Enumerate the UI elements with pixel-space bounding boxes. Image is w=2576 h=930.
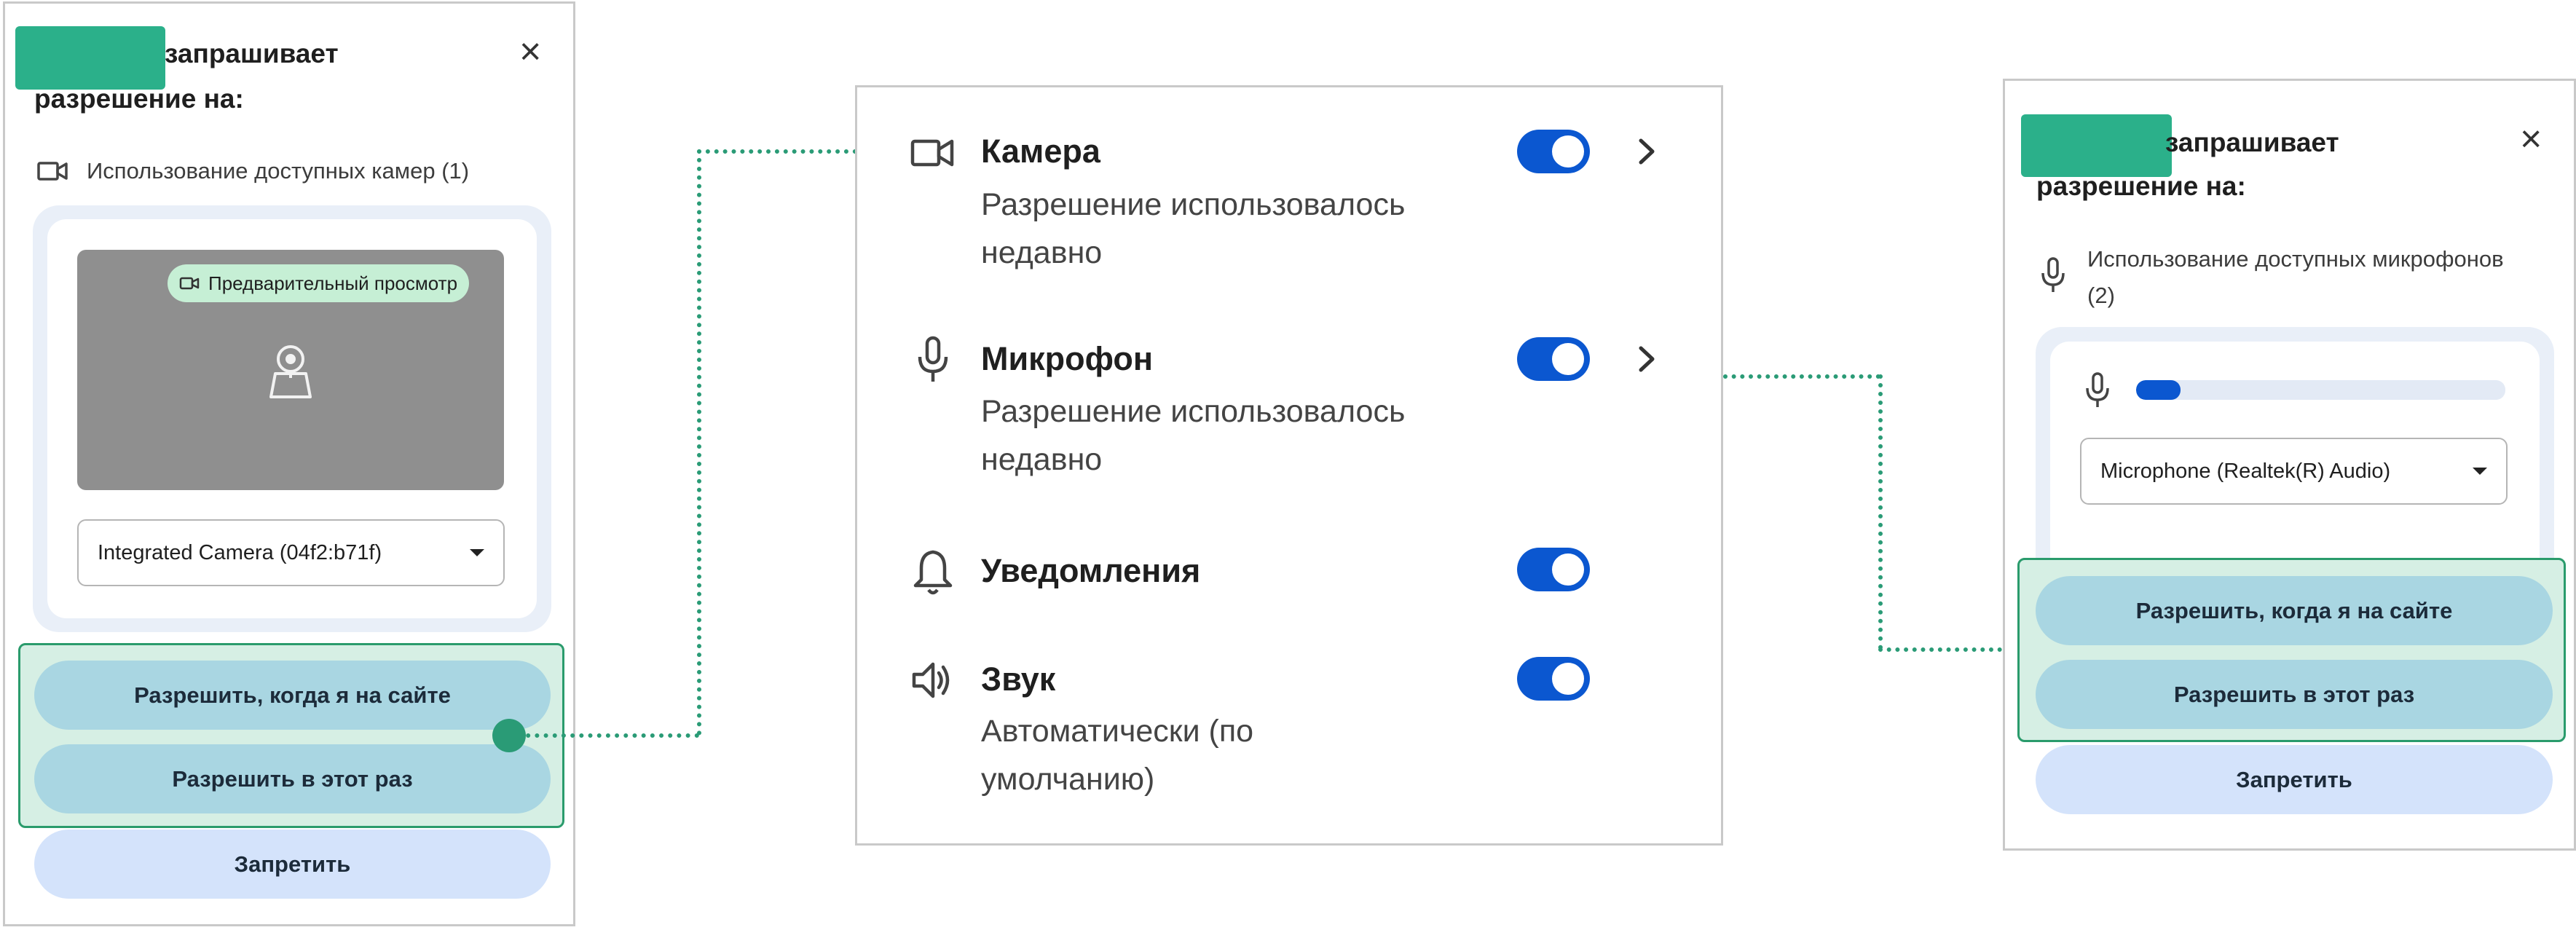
dropdown-caret-icon xyxy=(2473,468,2487,475)
dropdown-caret-icon xyxy=(470,549,484,556)
microphone-level-fill xyxy=(2136,380,2181,400)
microphone-toggle[interactable] xyxy=(1517,337,1590,381)
allow-this-time-button[interactable]: Разрешить в этот раз xyxy=(34,744,551,813)
setting-subtitle-sound-line2: умолчанию) xyxy=(981,762,1155,797)
callout-line xyxy=(1878,374,1883,650)
right-permission-dialog: запрашивает разрешение на: × Использован… xyxy=(2003,79,2576,851)
setting-title-sound: Звук xyxy=(981,661,1056,698)
setting-title-notifications: Уведомления xyxy=(981,552,1201,589)
permission-label-line2: (2) xyxy=(2087,283,2115,308)
dialog-title: запрашивает xyxy=(2165,127,2339,157)
preview-badge: Предварительный просмотр xyxy=(168,264,470,302)
camera-select-value: Integrated Camera (04f2:b71f) xyxy=(98,540,382,564)
microphone-icon xyxy=(918,336,948,382)
setting-subtitle-camera: Разрешение использовалось xyxy=(981,187,1406,222)
toggle-knob xyxy=(1552,553,1584,586)
setting-title-microphone: Микрофон xyxy=(981,340,1154,377)
chevron-right-icon[interactable] xyxy=(1632,341,1661,377)
close-button[interactable]: × xyxy=(519,33,541,71)
camera-icon xyxy=(910,139,954,167)
toggle-knob xyxy=(1552,135,1584,168)
left-permission-dialog: запрашивает разрешение на: × Использован… xyxy=(3,1,575,926)
close-button[interactable]: × xyxy=(2520,120,2542,158)
camera-toggle[interactable] xyxy=(1517,130,1590,173)
permission-label: Использование доступных камер (1) xyxy=(87,158,470,184)
microphone-level-icon xyxy=(2086,372,2109,407)
camera-preview: Предварительный просмотр xyxy=(77,250,504,490)
notifications-toggle[interactable] xyxy=(1517,548,1590,591)
microphone-select-value: Microphone (Realtek(R) Audio) xyxy=(2100,459,2391,483)
callout-line xyxy=(517,733,699,738)
bell-icon xyxy=(913,550,953,595)
chevron-right-icon[interactable] xyxy=(1632,133,1661,170)
dialog-title: запрашивает xyxy=(165,39,339,68)
callout-line xyxy=(697,149,701,736)
toggle-knob xyxy=(1552,663,1584,695)
camera-icon xyxy=(37,162,68,181)
setting-title-camera: Камера xyxy=(981,133,1100,170)
sound-toggle[interactable] xyxy=(1517,657,1590,701)
setting-subtitle-camera-line2: недавно xyxy=(981,235,1103,270)
allow-this-time-button[interactable]: Разрешить в этот раз xyxy=(2036,660,2553,729)
dialog-title-line2: разрешение на: xyxy=(34,84,244,114)
deny-button[interactable]: Запретить xyxy=(34,829,551,899)
allow-while-visiting-button[interactable]: Разрешить, когда я на сайте xyxy=(34,661,551,730)
deny-button[interactable]: Запретить xyxy=(2036,745,2553,814)
speaker-icon xyxy=(912,662,950,698)
toggle-knob xyxy=(1552,343,1584,375)
setting-subtitle-microphone: Разрешение использовалось xyxy=(981,394,1406,429)
callout-line xyxy=(1723,374,1880,379)
camera-select[interactable]: Integrated Camera (04f2:b71f) xyxy=(77,519,505,586)
microphone-level-meter xyxy=(2136,380,2505,400)
setting-subtitle-sound: Автоматически (по xyxy=(981,714,1254,749)
permission-label: Использование доступных микрофонов xyxy=(2087,246,2504,272)
microphone-select[interactable]: Microphone (Realtek(R) Audio) xyxy=(2080,438,2508,505)
dialog-title-line2: разрешение на: xyxy=(2036,171,2246,201)
site-settings-panel: Камера Разрешение использовалось недавно… xyxy=(855,85,1723,846)
allow-while-visiting-button[interactable]: Разрешить, когда я на сайте xyxy=(2036,576,2553,645)
microphone-icon xyxy=(2041,257,2065,292)
webcam-placeholder-icon xyxy=(269,345,312,398)
preview-badge-label: Предварительный просмотр xyxy=(208,272,458,294)
video-icon xyxy=(179,277,200,290)
callout-line xyxy=(697,149,857,154)
permission-camera-row: Использование доступных камер (1) xyxy=(36,153,469,189)
setting-subtitle-microphone-line2: недавно xyxy=(981,442,1103,477)
